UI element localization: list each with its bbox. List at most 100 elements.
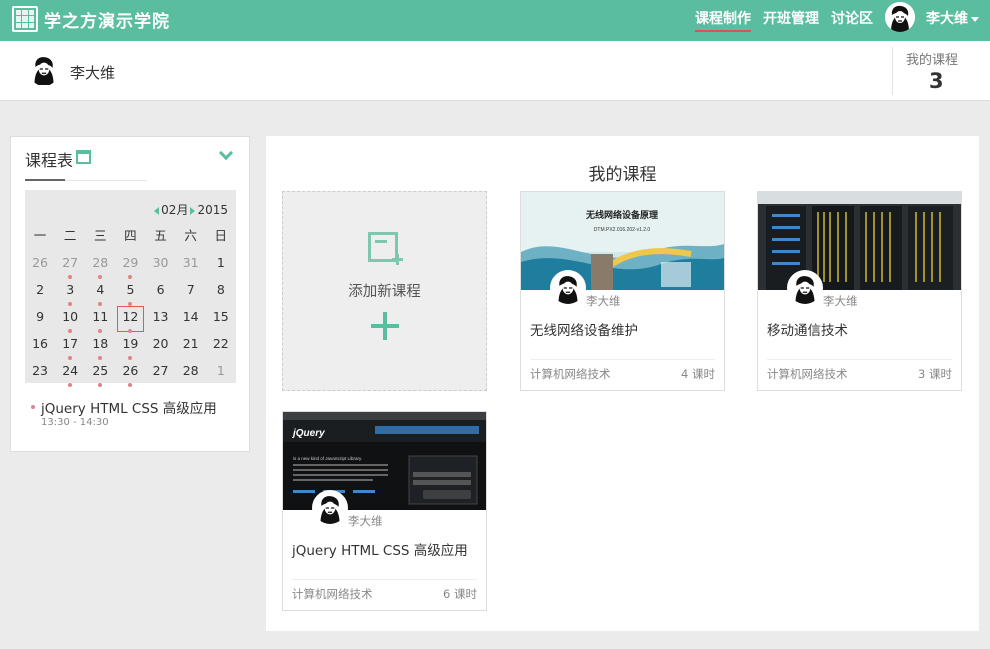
schedule-title: 课程表 xyxy=(25,151,74,170)
user-avatar[interactable] xyxy=(885,2,915,32)
my-courses-label: 我的课程 xyxy=(906,53,959,68)
top-nav: 学之方演示学院 课程制作 开班管理 讨论区 李大维 xyxy=(0,0,990,41)
calendar-month: 02月 xyxy=(161,203,189,217)
calendar-day[interactable]: 28 xyxy=(176,362,206,389)
divider xyxy=(530,359,715,360)
nav-discussion[interactable]: 讨论区 xyxy=(831,8,873,28)
calendar-year: 2015 xyxy=(197,203,228,217)
weekday-label: 六 xyxy=(184,228,197,243)
calendar-day[interactable]: 16 xyxy=(25,335,55,362)
calendar-day[interactable]: 13 xyxy=(146,308,176,335)
calendar-day[interactable]: 10 xyxy=(55,308,85,335)
course-card[interactable]: 李大维 移动通信技术 计算机网络技术 3 课时 xyxy=(757,191,962,391)
calendar-day[interactable]: 22 xyxy=(206,335,236,362)
calendar-day[interactable]: 26 xyxy=(115,362,145,389)
calendar-day[interactable]: 17 xyxy=(55,335,85,362)
divider xyxy=(767,359,952,360)
course-thumbnail: 无线网络设备原理 DTM.PX2.016.202-v1.2.0 xyxy=(521,192,724,290)
profile-bar: 李大维 我的课程 3 xyxy=(0,41,990,101)
thumb-heading: 无线网络设备原理 xyxy=(585,209,658,220)
calendar-day[interactable]: 1 xyxy=(206,362,236,389)
schedule-panel: 课程表 02月 2015 一二三四五六日 26 27 28 29 30 31 1 2 3 4 5 6 7 8 9… xyxy=(10,136,250,452)
courses-title: 我的课程 xyxy=(588,165,657,185)
event-dot-icon xyxy=(31,405,35,409)
prev-month-icon[interactable] xyxy=(154,206,160,215)
calendar-header: 02月 2015 xyxy=(154,201,228,218)
profile-avatar xyxy=(28,52,60,86)
course-category: 计算机网络技术 xyxy=(292,587,373,601)
course-title[interactable]: jQuery HTML CSS 高级应用 xyxy=(292,539,468,559)
course-thumbnail xyxy=(758,192,961,290)
calendar-day[interactable]: 27 xyxy=(55,254,85,281)
calendar-day[interactable]: 25 xyxy=(85,362,115,389)
calendar-day[interactable]: 5 xyxy=(115,281,145,308)
calendar-day[interactable]: 9 xyxy=(25,308,55,335)
calendar: 02月 2015 一二三四五六日 26 27 28 29 30 31 1 2 3 4 5 6 7 8 9 10 11… xyxy=(25,190,236,387)
author-avatar xyxy=(550,270,586,306)
divider xyxy=(892,47,893,95)
thumb-subheading: DTM.PX2.016.202-v1.2.0 xyxy=(594,227,651,233)
divider-accent xyxy=(25,179,65,181)
course-card[interactable]: 无线网络设备原理 DTM.PX2.016.202-v1.2.0 李大维 无线网络… xyxy=(520,191,725,391)
course-thumbnail: jQuery is a new kind of JavaScript Libra… xyxy=(283,412,486,510)
nav-course-production[interactable]: 课程制作 xyxy=(695,8,751,32)
next-month-icon[interactable] xyxy=(190,206,196,215)
add-course-label: 添加新课程 xyxy=(348,284,421,300)
calendar-day[interactable]: 21 xyxy=(176,335,206,362)
brand-name[interactable]: 学之方演示学院 xyxy=(44,7,170,32)
course-category: 计算机网络技术 xyxy=(767,367,848,381)
author-avatar xyxy=(312,490,348,526)
calendar-day[interactable]: 23 xyxy=(25,362,55,389)
add-course-card[interactable]: 添加新课程 xyxy=(282,191,487,391)
course-author: 李大维 xyxy=(348,514,383,528)
calendar-day[interactable]: 8 xyxy=(206,281,236,308)
calendar-day[interactable]: 4 xyxy=(85,281,115,308)
plus-icon xyxy=(371,312,399,340)
nav-class-management[interactable]: 开班管理 xyxy=(763,8,819,28)
calendar-day[interactable]: 7 xyxy=(176,281,206,308)
course-title[interactable]: 移动通信技术 xyxy=(767,319,848,339)
course-title[interactable]: 无线网络设备维护 xyxy=(530,319,638,339)
calendar-day[interactable]: 2 xyxy=(25,281,55,308)
author-avatar xyxy=(787,270,823,306)
course-hours: 3 课时 xyxy=(918,367,952,381)
weekday-label: 二 xyxy=(63,228,77,243)
calendar-day[interactable]: 18 xyxy=(85,335,115,362)
calendar-day-today[interactable]: 12 xyxy=(115,306,145,335)
calendar-day[interactable]: 15 xyxy=(206,308,236,335)
calendar-day[interactable]: 1 xyxy=(206,254,236,281)
calendar-day[interactable]: 30 xyxy=(146,254,176,281)
calendar-day[interactable]: 27 xyxy=(146,362,176,389)
course-card[interactable]: jQuery is a new kind of JavaScript Libra… xyxy=(282,411,487,611)
calendar-day[interactable]: 19 xyxy=(115,335,145,362)
calendar-day[interactable]: 20 xyxy=(146,335,176,362)
weekday-label: 四 xyxy=(124,228,137,243)
calendar-day[interactable]: 24 xyxy=(55,362,85,389)
divider xyxy=(292,579,477,580)
my-courses-panel: 我的课程 添加新课程 无线网络设备原理 DTM.PX2.016.202-v1.2… xyxy=(266,136,979,631)
profile-name: 李大维 xyxy=(70,64,116,82)
calendar-day[interactable]: 29 xyxy=(115,254,145,281)
user-menu[interactable]: 李大维 xyxy=(926,8,979,28)
calendar-day[interactable]: 26 xyxy=(25,254,55,281)
caret-down-icon xyxy=(971,16,979,22)
weekday-label: 日 xyxy=(214,228,228,243)
course-author: 李大维 xyxy=(823,294,858,308)
chevron-down-icon[interactable] xyxy=(218,145,234,161)
plus-small-icon xyxy=(392,254,404,266)
thumb-logo: jQuery xyxy=(291,428,325,439)
event-title[interactable]: jQuery HTML CSS 高级应用 xyxy=(41,397,217,417)
calendar-icon xyxy=(76,150,91,164)
brand-logo-icon[interactable] xyxy=(12,6,38,32)
calendar-day[interactable]: 28 xyxy=(85,254,115,281)
calendar-day[interactable]: 14 xyxy=(176,308,206,335)
course-hours: 6 课时 xyxy=(443,587,477,601)
event-time: 13:30 - 14:30 xyxy=(41,417,109,428)
calendar-day[interactable]: 31 xyxy=(176,254,206,281)
calendar-day[interactable]: 6 xyxy=(146,281,176,308)
my-courses-count: 3 xyxy=(929,69,944,93)
course-hours: 4 课时 xyxy=(681,367,715,381)
calendar-day[interactable]: 11 xyxy=(85,308,115,335)
calendar-day[interactable]: 3 xyxy=(55,281,85,308)
user-menu-label: 李大维 xyxy=(926,11,968,27)
